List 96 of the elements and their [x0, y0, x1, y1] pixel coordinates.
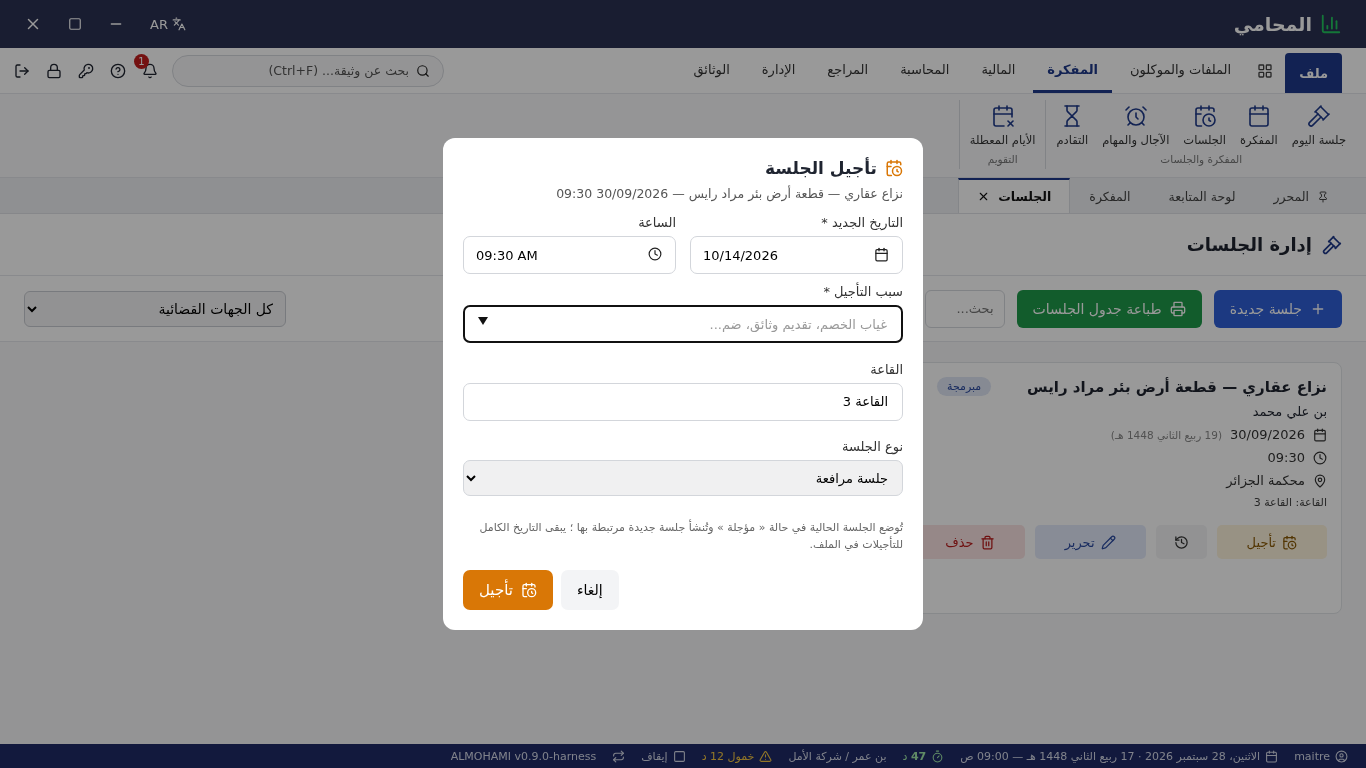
search-field[interactable]: بحث عن وثيقة... (Ctrl+F)	[172, 54, 444, 87]
page-heading: إدارة الجلسات	[1186, 234, 1312, 255]
warning-icon	[759, 749, 773, 763]
reason-field[interactable]: غياب الخصم، تقديم وثائق، ضم...	[463, 305, 903, 343]
document-tab[interactable]: المحرر	[1254, 178, 1348, 213]
calendar-clock-icon	[520, 582, 537, 598]
history-icon	[1173, 534, 1189, 550]
alarm-clock-icon	[1123, 104, 1148, 128]
ribbon-button[interactable]: المفكرة	[1233, 100, 1284, 151]
menu-tab[interactable]: الإدارة	[747, 48, 810, 93]
calendar-clock-icon	[1282, 534, 1297, 550]
search-field[interactable]: بحث...	[924, 289, 1005, 328]
field-label: نوع الجلسة	[840, 439, 903, 455]
ribbon-button[interactable]: الأيام المعطلة	[963, 100, 1042, 151]
lock-icon[interactable]	[46, 62, 62, 79]
field-label: سبب التأجيل *	[822, 284, 903, 299]
user-name: maitre	[1294, 749, 1348, 763]
calendar-icon	[1313, 427, 1327, 442]
client-name: بن علي محمد	[1251, 404, 1327, 419]
ribbon-button[interactable]: جلسة اليوم	[1285, 100, 1352, 151]
menu-tab[interactable]: الملفات والموكلون	[1116, 48, 1246, 93]
print-button[interactable]: طباعة جدول الجلسات	[1016, 289, 1202, 328]
maximize-icon[interactable]	[68, 17, 82, 31]
menu-tab[interactable]: المحاسبة	[886, 48, 964, 93]
app-version: ALMOHAMI v0.9.0-harness	[450, 749, 597, 763]
room-name: القاعة: القاعة 3	[1252, 496, 1327, 509]
session-time: 09:30	[1267, 450, 1305, 465]
court-name: محكمة الجزائر	[1226, 473, 1305, 488]
date-field[interactable]: 10/14/2026	[690, 236, 903, 274]
court-select[interactable]: كل الجهات القضائية	[24, 290, 286, 327]
calendar-icon	[1246, 104, 1271, 128]
hijri-date: (19 ربيع الثاني 1448 هـ)	[1110, 428, 1223, 441]
dialog-subtitle: نزاع عقاري — قطعة أرض بئر مراد رايس — 30/09/2026 09:30	[555, 186, 903, 201]
pencil-icon	[1100, 534, 1116, 550]
new-session-button[interactable]: جلسة جديدة	[1213, 289, 1342, 328]
map-pin-icon	[1313, 473, 1327, 488]
app-name: المحامي	[1233, 13, 1312, 35]
pause-checkbox[interactable]: إيقاف	[641, 749, 686, 763]
sync-icon[interactable]	[612, 749, 626, 763]
ribbon-group-label: التقويم	[987, 153, 1018, 165]
ribbon-button[interactable]: الآجال والمهام	[1096, 100, 1176, 151]
menu-tab[interactable]: المراجع	[813, 48, 883, 93]
language-button[interactable]: AR	[150, 16, 186, 32]
field-label: القاعة	[869, 361, 903, 377]
document-tab[interactable]: لوحة المتابعة	[1149, 178, 1255, 213]
grid-icon[interactable]	[1257, 62, 1274, 79]
ribbon-button[interactable]: الجلسات	[1177, 100, 1232, 151]
notification-badge: 1	[134, 53, 149, 69]
cancel-button[interactable]: إلغاء	[560, 570, 619, 610]
idle-time: خمول 12 د	[701, 749, 773, 763]
logout-icon[interactable]	[14, 62, 30, 79]
gavel-icon	[1322, 234, 1342, 255]
file-menu-button[interactable]: ملف	[1285, 53, 1342, 93]
checkbox-icon	[672, 749, 686, 763]
edit-button[interactable]: تحرير	[1034, 525, 1146, 559]
document-tab[interactable]: المفكرة	[1070, 178, 1150, 213]
menu-tab[interactable]: الوثائق	[679, 48, 744, 93]
search-icon	[416, 63, 430, 78]
user-icon	[1335, 749, 1348, 763]
calendar-x-icon	[990, 104, 1015, 128]
session-type-select[interactable]: جلسة مرافعة	[463, 460, 903, 497]
menu-tab[interactable]: المالية	[967, 48, 1030, 93]
dialog-note: تُوضع الجلسة الحالية في حالة « مؤجلة » وتُنشأ جلسة جديدة مرتبطة بها ؛ يبقى التاريخ الكامل للتأجيلات في الملف.	[478, 518, 903, 554]
postpone-button[interactable]: تأجيل	[463, 570, 553, 610]
printer-icon	[1169, 300, 1186, 317]
current-date: الاثنين، 28 سبتمبر 2026 · 17 ربيع الثاني 1448 هـ — 09:00 ص	[960, 749, 1279, 763]
ribbon-group-label: المفكرة والجلسات	[1160, 153, 1243, 165]
session-date: 30/09/2026	[1230, 427, 1305, 442]
translate-icon	[171, 17, 186, 31]
timer-icon	[931, 749, 945, 763]
document-tab[interactable]: الجلسات	[958, 178, 1071, 213]
calendar-icon	[874, 247, 889, 262]
trash-icon	[979, 534, 995, 550]
room-field[interactable]: القاعة 3	[463, 382, 903, 421]
ribbon-button[interactable]: التقادم	[1050, 100, 1095, 151]
clock-icon	[648, 247, 662, 261]
calendar-icon	[1265, 749, 1279, 763]
time-field[interactable]: 09:30 AM	[463, 236, 676, 274]
office-name: بن عمر / شركة الأمل	[788, 749, 887, 763]
pin-icon	[1317, 190, 1329, 203]
bell-icon[interactable]	[142, 62, 158, 79]
postpone-button[interactable]: تأجيل	[1216, 525, 1327, 559]
history-button[interactable]	[1155, 525, 1207, 559]
dialog-title: تأجيل الجلسة	[764, 158, 877, 178]
status-badge: مبرمجة	[937, 377, 992, 396]
session-title: نزاع عقاري — قطعة أرض بئر مراد رايس	[1026, 377, 1327, 396]
calendar-clock-icon	[885, 159, 903, 177]
clock-icon	[1313, 450, 1327, 465]
dropdown-icon	[477, 316, 489, 326]
logo-icon	[1320, 13, 1342, 35]
key-icon[interactable]	[78, 62, 94, 79]
calendar-clock-icon	[1192, 104, 1217, 128]
gavel-icon	[1306, 104, 1331, 128]
field-label: التاريخ الجديد *	[820, 215, 903, 230]
field-label: الساعة	[637, 215, 676, 230]
help-icon[interactable]	[110, 62, 126, 79]
